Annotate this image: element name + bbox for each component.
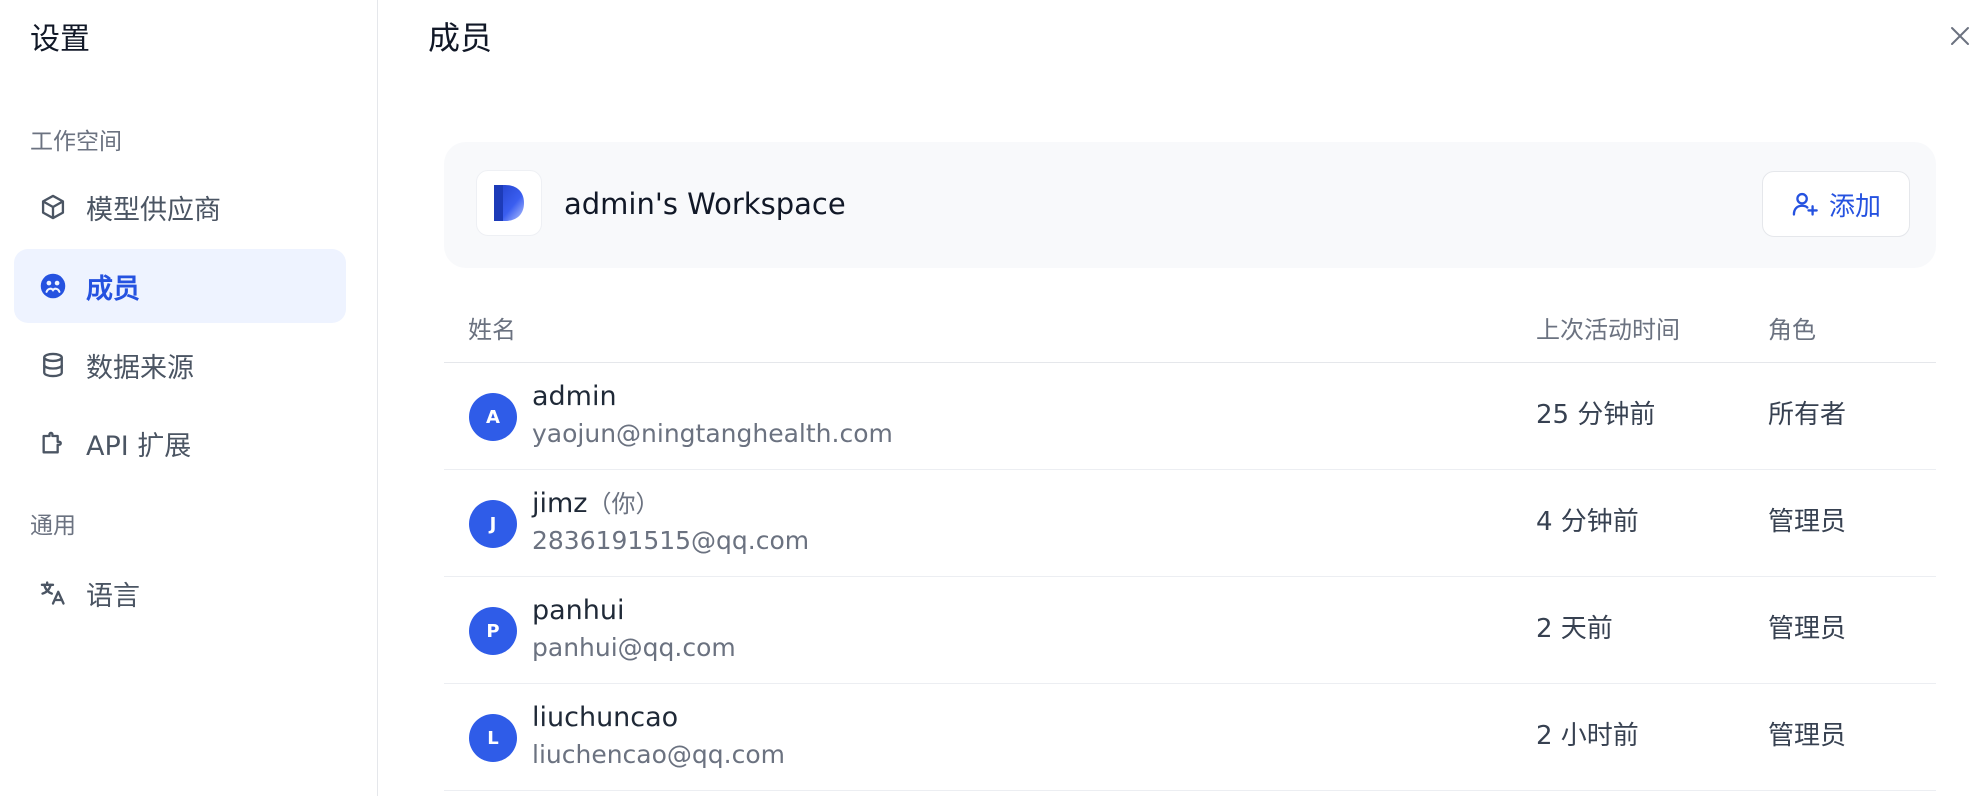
member-name: panhui — [532, 593, 625, 629]
sidebar-item-label: 成员 — [86, 273, 140, 305]
column-header-last-active: 上次活动时间 — [1536, 316, 1680, 344]
member-last-active: 4 分钟前 — [1536, 507, 1639, 537]
sidebar-item-label: 语言 — [86, 580, 140, 612]
section-label-general: 通用 — [30, 513, 76, 539]
close-button[interactable] — [1946, 22, 1974, 50]
member-email: liuchencao@qq.com — [532, 740, 785, 769]
you-tag: （你） — [587, 490, 660, 518]
section-label-workspace: 工作空间 — [30, 129, 122, 155]
sidebar-item-members[interactable]: 成员 — [14, 249, 346, 323]
sidebar-item-label: 模型供应商 — [86, 194, 221, 226]
sidebar-item-language[interactable]: 语言 — [14, 556, 346, 630]
puzzle-icon — [38, 428, 68, 458]
workspace-name: admin's Workspace — [564, 187, 846, 221]
workspace-logo — [476, 170, 542, 236]
table-row: A admin yaojun@ningtanghealth.com 25 分钟前… — [444, 363, 1936, 470]
member-last-active: 2 小时前 — [1536, 721, 1639, 751]
avatar: P — [469, 607, 517, 655]
sidebar-item-label: 数据来源 — [86, 352, 194, 384]
add-user-icon — [1792, 192, 1818, 216]
page-title: 成员 — [428, 19, 493, 57]
members-table: 姓名 上次活动时间 角色 A admin yaojun@ningtangheal… — [444, 300, 1936, 791]
sidebar-item-data-source[interactable]: 数据来源 — [14, 328, 346, 402]
member-name: jimz（你） — [532, 486, 659, 522]
table-header: 姓名 上次活动时间 角色 — [444, 300, 1936, 363]
sidebar-item-api-extension[interactable]: API 扩展 — [14, 406, 346, 480]
cube-icon — [38, 192, 68, 222]
avatar: A — [469, 393, 517, 441]
workspace-card: admin's Workspace 添加 — [444, 142, 1936, 268]
settings-dialog: 设置 工作空间 模型供应商 成员 数据来源 API 扩展 通用 语言 成员 ad… — [0, 0, 1986, 796]
add-button-label: 添加 — [1828, 191, 1881, 222]
close-icon — [1951, 27, 1969, 45]
sidebar-title: 设置 — [30, 22, 90, 57]
member-name-text: panhui — [532, 595, 625, 626]
member-last-active: 2 天前 — [1536, 614, 1613, 644]
member-last-active: 25 分钟前 — [1536, 400, 1656, 430]
member-name: admin — [532, 379, 617, 415]
member-name-text: admin — [532, 381, 617, 412]
translate-icon — [38, 578, 68, 608]
member-email: yaojun@ningtanghealth.com — [532, 419, 893, 448]
member-name-text: jimz — [532, 488, 588, 519]
add-member-button[interactable]: 添加 — [1762, 171, 1910, 237]
avatar: J — [469, 500, 517, 548]
sidebar-item-model-provider[interactable]: 模型供应商 — [14, 170, 346, 244]
member-role[interactable]: 管理员 — [1768, 718, 1846, 754]
table-row: L liuchuncao liuchencao@qq.com 2 小时前 管理员 — [444, 684, 1936, 791]
member-role[interactable]: 管理员 — [1768, 504, 1846, 540]
table-row: J jimz（你） 2836191515@qq.com 4 分钟前 管理员 — [444, 470, 1936, 577]
member-email: panhui@qq.com — [532, 633, 736, 662]
member-name: liuchuncao — [532, 700, 678, 736]
member-role: 所有者 — [1768, 400, 1847, 430]
settings-sidebar: 设置 工作空间 模型供应商 成员 数据来源 API 扩展 通用 语言 — [0, 0, 378, 796]
column-header-name: 姓名 — [468, 316, 516, 344]
database-icon — [38, 350, 68, 380]
avatar: L — [469, 714, 517, 762]
sidebar-item-label: API 扩展 — [86, 430, 192, 462]
members-icon — [38, 271, 68, 301]
column-header-role: 角色 — [1768, 316, 1816, 344]
member-name-text: liuchuncao — [532, 702, 679, 733]
member-role[interactable]: 管理员 — [1768, 611, 1846, 647]
table-row: P panhui panhui@qq.com 2 天前 管理员 — [444, 577, 1936, 684]
member-email: 2836191515@qq.com — [532, 526, 810, 555]
